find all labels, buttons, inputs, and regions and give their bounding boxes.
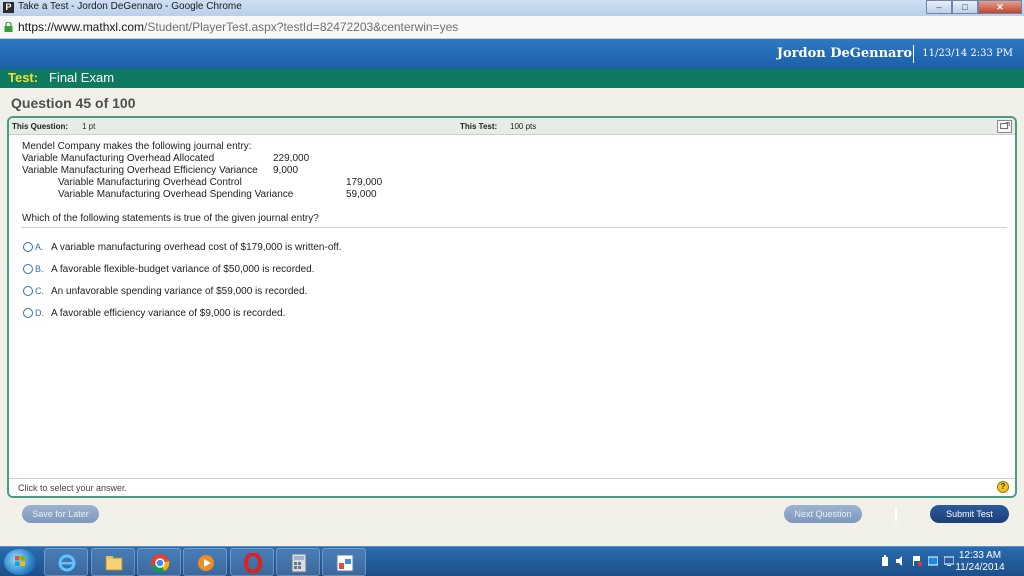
url-host: https://www.mathxl.com [18, 20, 145, 34]
network-icon[interactable] [928, 555, 938, 567]
start-button[interactable] [4, 549, 36, 575]
save-for-later-button[interactable]: Save for Later [22, 505, 99, 523]
option-text[interactable]: A favorable efficiency variance of $9,00… [51, 308, 285, 319]
paint-icon [336, 554, 354, 572]
journal-account-4: Variable Manufacturing Overhead Spending… [58, 189, 294, 200]
taskbar-opera[interactable] [230, 548, 274, 576]
radio-button-b[interactable] [23, 264, 33, 274]
answer-option-d[interactable]: D. A favorable efficiency variance of $9… [23, 306, 285, 320]
address-bar[interactable]: https://www.mathxl.com/Student/PlayerTes… [0, 16, 1024, 39]
calculator-icon [291, 553, 307, 573]
header-divider [913, 45, 914, 63]
close-button[interactable]: ✕ [978, 0, 1022, 14]
this-test-label: This Test: [460, 122, 498, 131]
taskbar-internet-explorer[interactable] [44, 548, 88, 576]
clock-date: 11/24/2014 [955, 562, 1005, 573]
windows-logo-icon [15, 556, 25, 566]
clock-time: 12:33 AM [958, 550, 1002, 561]
option-letter: C. [35, 286, 44, 296]
journal-debit-2: 9,000 [273, 165, 299, 176]
media-player-icon [198, 555, 214, 571]
window-titlebar: P Take a Test - Jordon DeGennaro - Googl… [0, 0, 1024, 16]
option-text[interactable]: An unfavorable spending variance of $59,… [51, 286, 307, 297]
header-datetime: 11/23/14 2:33 PM [922, 48, 1013, 59]
journal-credit-4: 59,000 [346, 189, 377, 200]
option-text[interactable]: A variable manufacturing overhead cost o… [51, 242, 342, 253]
question-prompt: Which of the following statements is tru… [22, 213, 319, 224]
taskbar: 12:33 AM 11/24/2014 [0, 546, 1024, 576]
question-intro: Mendel Company makes the following journ… [22, 141, 252, 152]
question-divider [21, 227, 1007, 228]
journal-account-1: Variable Manufacturing Overhead Allocate… [22, 153, 215, 164]
taskbar-paint[interactable] [322, 548, 366, 576]
taskbar-calculator[interactable] [276, 548, 320, 576]
internet-explorer-icon [58, 554, 76, 572]
question-header: This Question: 1 pt This Test: 100 pts [9, 118, 1015, 135]
system-tray [880, 555, 954, 567]
test-label: Test: [8, 70, 39, 85]
app-icon: P [3, 2, 14, 13]
question-title: Question 45 of 100 [11, 95, 136, 111]
taskbar-clock[interactable]: 12:33 AM 11/24/2014 [950, 550, 1010, 574]
file-explorer-icon [105, 556, 123, 571]
journal-account-2: Variable Manufacturing Overhead Efficien… [22, 165, 258, 176]
answer-option-b[interactable]: B. A favorable flexible-budget variance … [23, 262, 315, 276]
radio-button-c[interactable] [23, 286, 33, 296]
radio-button-a[interactable] [23, 242, 33, 252]
volume-icon[interactable] [896, 555, 906, 567]
journal-credit-3: 179,000 [346, 177, 383, 188]
chrome-icon [151, 554, 170, 573]
expand-icon[interactable] [997, 120, 1012, 133]
taskbar-file-explorer[interactable] [91, 548, 135, 576]
opera-icon [244, 553, 262, 573]
action-center-flag-icon[interactable] [912, 555, 922, 567]
answer-hint: Click to select your answer. [18, 483, 128, 493]
taskbar-media-player[interactable] [183, 548, 227, 576]
url-path: /Student/PlayerTest.aspx?testId=82472203… [144, 20, 459, 34]
site-header: Jordon DeGennaro 11/23/14 2:33 PM [0, 39, 1024, 69]
button-divider [895, 508, 897, 522]
lock-icon [4, 22, 13, 32]
help-icon[interactable]: ? [997, 481, 1009, 493]
answer-hint-bar: Click to select your answer. ? [9, 478, 1015, 496]
minimize-button[interactable]: – [926, 0, 952, 14]
battery-icon[interactable] [880, 555, 890, 567]
option-text[interactable]: A favorable flexible-budget variance of … [51, 264, 315, 275]
option-letter: A. [35, 242, 44, 252]
this-question-value: 1 pt [82, 122, 96, 131]
window-controls: – □ ✕ [926, 0, 1022, 14]
answer-option-c[interactable]: C. An unfavorable spending variance of $… [23, 284, 307, 298]
journal-debit-1: 229,000 [273, 153, 310, 164]
answer-option-a[interactable]: A. A variable manufacturing overhead cos… [23, 240, 342, 254]
journal-account-3: Variable Manufacturing Overhead Control [58, 177, 242, 188]
question-panel: This Question: 1 pt This Test: 100 pts M… [7, 116, 1017, 498]
maximize-button[interactable]: □ [952, 0, 978, 14]
this-test-value: 100 pts [510, 122, 537, 131]
radio-button-d[interactable] [23, 308, 33, 318]
option-letter: D. [35, 308, 44, 318]
submit-test-button[interactable]: Submit Test [930, 505, 1009, 523]
option-letter: B. [35, 264, 44, 274]
test-bar: Test: Final Exam [0, 69, 1024, 88]
next-question-button[interactable]: Next Question [784, 505, 862, 523]
test-page: Question 45 of 100 This Question: 1 pt T… [0, 88, 1024, 546]
url-text[interactable]: https://www.mathxl.com/Student/PlayerTes… [18, 20, 458, 34]
test-name: Final Exam [49, 70, 115, 85]
this-question-label: This Question: [12, 122, 68, 131]
user-name: Jordon DeGennaro [776, 46, 912, 61]
window-title: Take a Test - Jordon DeGennaro - Google … [18, 1, 242, 12]
taskbar-chrome[interactable] [137, 548, 181, 576]
